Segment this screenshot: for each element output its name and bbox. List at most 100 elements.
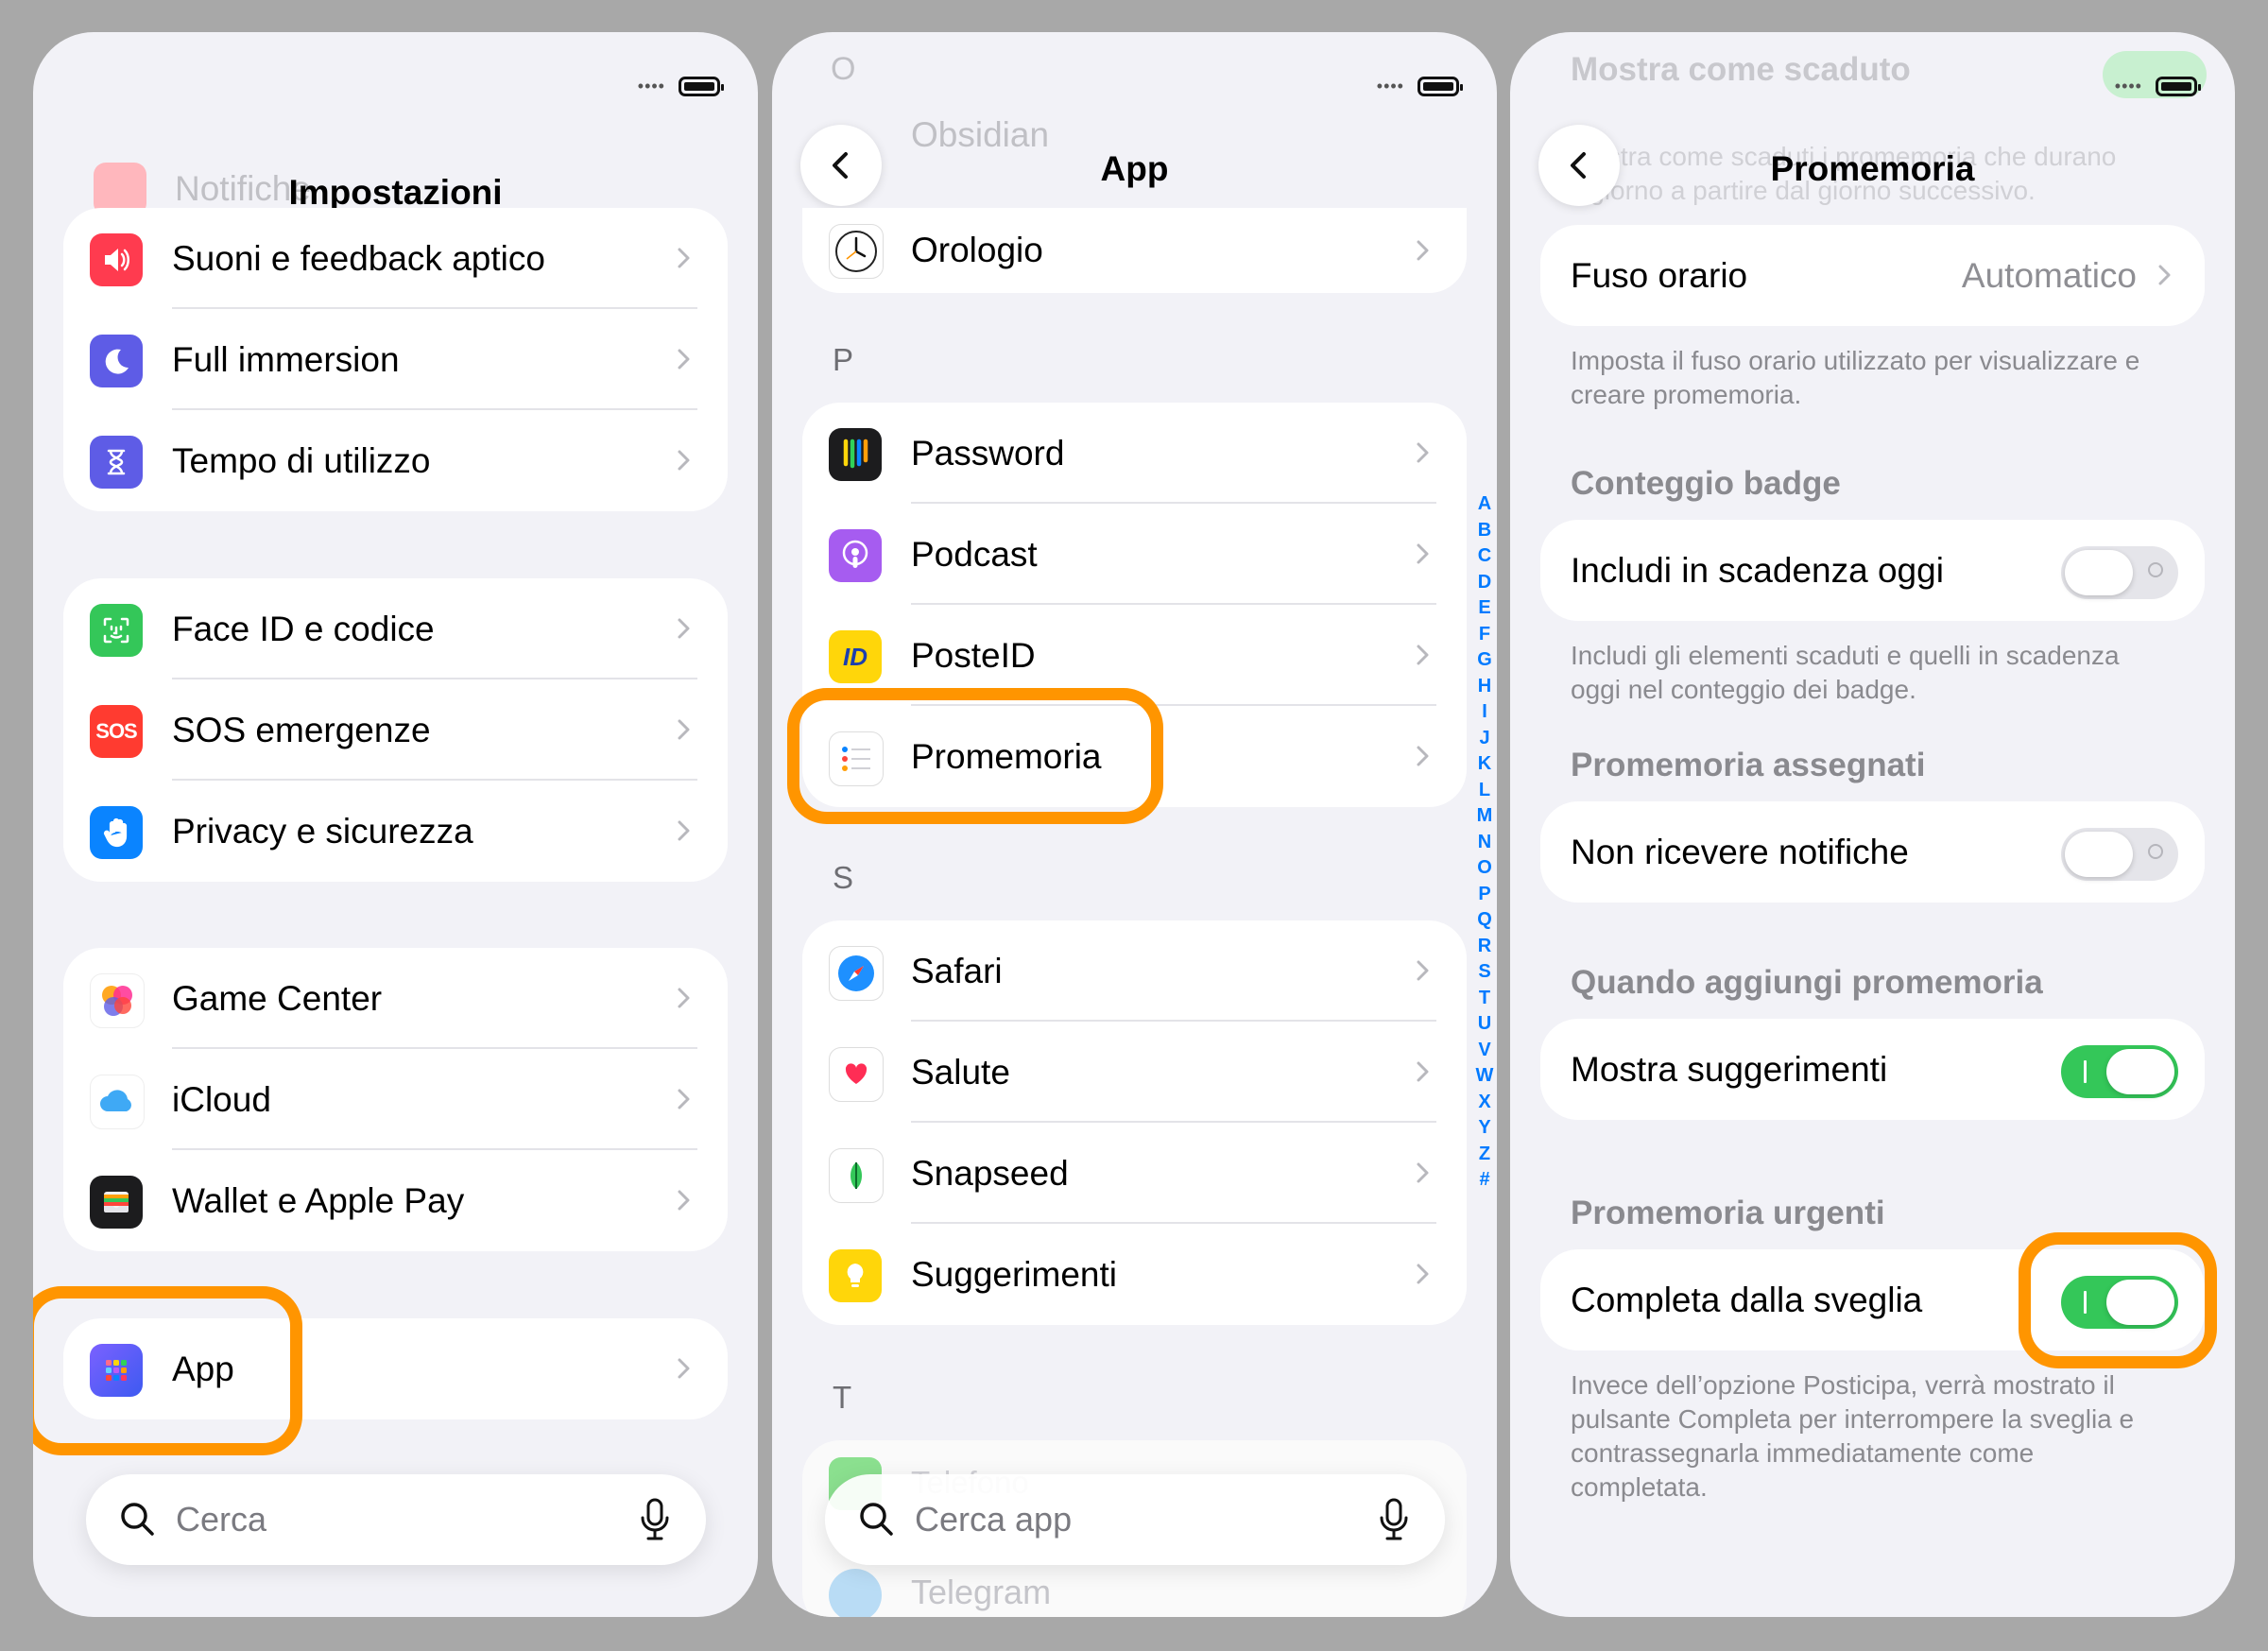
- urgent-header: Promemoria urgenti: [1571, 1195, 1885, 1231]
- index-letter[interactable]: G: [1477, 647, 1492, 674]
- mute-notifications-toggle[interactable]: [2061, 828, 2178, 881]
- index-letter[interactable]: X: [1478, 1090, 1490, 1116]
- chevron-right-icon: [678, 1358, 690, 1379]
- podcast-icon: [829, 529, 882, 582]
- index-letter[interactable]: P: [1478, 882, 1490, 908]
- row-label: Tempo di utilizzo: [172, 441, 431, 480]
- row-label: Fuso orario: [1571, 256, 1748, 295]
- settings-row-privacy[interactable]: Privacy e sicurezza: [63, 781, 728, 882]
- settings-row-icloud[interactable]: iCloud: [63, 1049, 728, 1150]
- chevron-right-icon: [1417, 442, 1429, 463]
- index-letter[interactable]: D: [1478, 570, 1491, 596]
- badge-group: Includi in scadenza oggi: [1540, 520, 2205, 621]
- index-letter[interactable]: F: [1479, 622, 1490, 648]
- settings-row-game-center[interactable]: Game Center: [63, 948, 728, 1049]
- posteid-icon: ID: [829, 630, 882, 683]
- section-letter-o: O: [831, 51, 856, 87]
- index-letter[interactable]: W: [1476, 1063, 1494, 1090]
- index-letter[interactable]: A: [1478, 491, 1491, 518]
- index-letter[interactable]: S: [1478, 959, 1490, 986]
- battery-icon: [1418, 77, 1463, 96]
- assigned-group: Non ricevere notifiche: [1540, 801, 2205, 903]
- timezone-value: Automatico: [1961, 256, 2137, 295]
- index-letter[interactable]: M: [1477, 803, 1493, 830]
- app-row-podcast[interactable]: Podcast: [802, 504, 1467, 605]
- search-field[interactable]: Cerca: [86, 1474, 706, 1565]
- signal-icon: ••••: [637, 77, 665, 95]
- row-label: Suggerimenti: [911, 1255, 1118, 1294]
- index-letter[interactable]: V: [1478, 1038, 1490, 1064]
- highlight-frame-toggle: [2019, 1232, 2217, 1368]
- app-row-health[interactable]: Salute: [802, 1022, 1467, 1123]
- app-group-s: Safari Salute Snapseed Suggerimenti: [802, 920, 1467, 1325]
- index-letter[interactable]: T: [1479, 986, 1490, 1012]
- settings-row-sos[interactable]: SOS SOS emergenze: [63, 679, 728, 781]
- app-search-field[interactable]: Cerca app: [825, 1474, 1445, 1565]
- icloud-icon: [90, 1075, 145, 1129]
- alphabet-index[interactable]: A B C D E F G H I J K L M N O P Q R S T U V W X Y Z #: [1473, 491, 1496, 1194]
- timezone-row[interactable]: Fuso orario Automatico: [1540, 225, 2205, 326]
- health-heart-icon: [829, 1047, 884, 1102]
- chevron-right-icon: [678, 618, 690, 639]
- sos-icon: SOS: [90, 705, 143, 758]
- section-letter-t: T: [833, 1380, 852, 1415]
- settings-group-1: Suoni e feedback aptico Full immersion T…: [63, 208, 728, 511]
- microphone-icon[interactable]: [1377, 1497, 1411, 1542]
- app-row-snapseed[interactable]: Snapseed: [802, 1123, 1467, 1224]
- index-letter[interactable]: Q: [1477, 907, 1492, 934]
- index-letter[interactable]: C: [1478, 543, 1491, 570]
- telegram-ghost-label: Telegram: [911, 1573, 1052, 1611]
- index-letter[interactable]: Y: [1478, 1115, 1490, 1142]
- index-letter[interactable]: J: [1479, 726, 1489, 752]
- app-row-safari[interactable]: Safari: [802, 920, 1467, 1022]
- tips-bulb-icon: [829, 1249, 882, 1302]
- row-label: Orologio: [911, 231, 1043, 269]
- app-row-clock[interactable]: Orologio: [802, 208, 1467, 293]
- index-letter[interactable]: U: [1478, 1011, 1491, 1038]
- section-letter-s: S: [833, 860, 854, 895]
- chevron-right-icon: [1417, 1264, 1429, 1284]
- include-due-today-row: Includi in scadenza oggi: [1540, 520, 2205, 621]
- row-label: Completa dalla sveglia: [1571, 1281, 1923, 1319]
- row-label: Wallet e Apple Pay: [172, 1181, 465, 1220]
- search-icon: [121, 1503, 154, 1536]
- search-placeholder: Cerca: [176, 1500, 267, 1539]
- status-bar: ••••: [2115, 77, 2201, 96]
- chevron-right-icon: [1417, 240, 1429, 261]
- face-id-icon: [90, 604, 143, 657]
- settings-row-sounds[interactable]: Suoni e feedback aptico: [63, 208, 728, 309]
- include-due-today-toggle[interactable]: [2061, 546, 2178, 599]
- index-letter[interactable]: H: [1478, 674, 1491, 700]
- app-row-password[interactable]: Password: [802, 403, 1467, 504]
- chevron-right-icon: [678, 248, 690, 268]
- password-keys-icon: [829, 428, 882, 481]
- settings-row-face-id[interactable]: Face ID e codice: [63, 578, 728, 679]
- chevron-right-icon: [678, 820, 690, 841]
- chevron-right-icon: [1417, 746, 1429, 766]
- row-label: Game Center: [172, 979, 383, 1018]
- row-label: Privacy e sicurezza: [172, 812, 473, 851]
- settings-row-focus[interactable]: Full immersion: [63, 309, 728, 410]
- battery-icon: [679, 77, 724, 96]
- index-letter[interactable]: B: [1478, 518, 1491, 544]
- show-suggestions-toggle[interactable]: [2061, 1045, 2178, 1098]
- index-letter[interactable]: Z: [1479, 1142, 1490, 1168]
- settings-row-wallet[interactable]: Wallet e Apple Pay: [63, 1150, 728, 1251]
- chevron-right-icon: [678, 450, 690, 471]
- hourglass-icon: [90, 436, 143, 489]
- index-letter[interactable]: L: [1479, 778, 1490, 804]
- app-row-tips[interactable]: Suggerimenti: [802, 1224, 1467, 1325]
- index-letter[interactable]: #: [1479, 1167, 1489, 1194]
- settings-panel: Notifiche •••• Impostazioni Suoni e feed…: [33, 32, 758, 1617]
- index-letter[interactable]: R: [1478, 934, 1491, 960]
- chevron-right-icon: [1417, 960, 1429, 981]
- microphone-icon[interactable]: [638, 1497, 672, 1542]
- row-label: Podcast: [911, 535, 1038, 574]
- index-letter[interactable]: I: [1482, 699, 1487, 726]
- index-letter[interactable]: E: [1478, 595, 1490, 622]
- index-letter[interactable]: K: [1478, 751, 1491, 778]
- index-letter[interactable]: N: [1478, 830, 1491, 856]
- app-group-o: Orologio: [802, 208, 1467, 293]
- settings-row-screen-time[interactable]: Tempo di utilizzo: [63, 410, 728, 511]
- index-letter[interactable]: O: [1477, 855, 1492, 882]
